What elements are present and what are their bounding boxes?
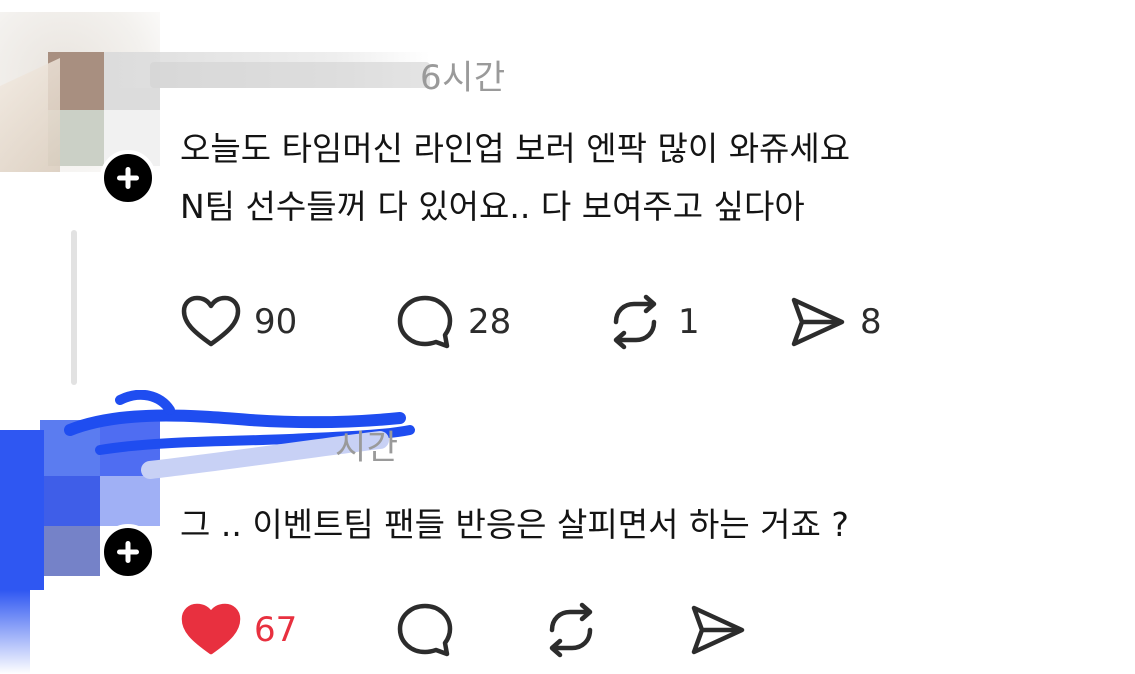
thread-post: 시간 그 .. 이벤트팀 팬들 반응은 살피면서 하는 거죠 ? 67 [0,390,1135,674]
avatar[interactable] [0,12,160,172]
share-button[interactable]: 8 [786,292,882,352]
like-button[interactable]: 90 [180,292,297,352]
plus-icon [117,167,139,189]
plus-icon [117,541,139,563]
like-count: 90 [254,302,298,342]
post-text-line: 그 .. 이벤트팀 팬들 반응은 살피면서 하는 거죠 ? [180,505,849,544]
repost-icon [613,294,657,350]
like-count: 67 [254,610,298,650]
share-icon [691,605,745,655]
heart-icon [181,603,241,655]
share-button[interactable] [686,600,748,660]
reply-button[interactable] [394,600,456,660]
scribble-redaction [64,390,415,479]
post-timestamp: 시간 [335,428,399,468]
post-body: 오늘도 타임머신 라인업 보러 엔팍 많이 와쥬세요 N팀 선수들꺼 다 있어요… [180,120,850,236]
reply-count: 28 [468,302,512,342]
post-body: 그 .. 이벤트팀 팬들 반응은 살피면서 하는 거죠 ? [180,496,849,554]
repost-icon [549,602,593,658]
repost-button[interactable]: 1 [604,292,700,352]
post-text-line: N팀 선수들꺼 다 있어요.. 다 보여주고 싶다아 [180,187,805,226]
follow-button[interactable] [100,150,156,206]
action-bar: 67 [180,600,1080,660]
reply-icon [397,603,453,657]
post-timestamp: 6시간 [420,58,506,98]
repost-button[interactable] [540,600,602,660]
action-bar: 90 28 1 8 [180,292,1080,352]
like-button[interactable]: 67 [180,600,297,660]
thread-connector-line [71,230,77,385]
follow-button[interactable] [100,524,156,580]
share-icon [791,297,845,347]
repost-count: 1 [678,302,700,342]
reply-button[interactable]: 28 [394,292,511,352]
share-count: 8 [860,302,882,342]
thread-post: 6시간 오늘도 타임머신 라인업 보러 엔팍 많이 와쥬세요 N팀 선수들꺼 다… [0,0,1135,390]
heart-icon [181,295,241,347]
reply-icon [397,295,453,349]
post-text-line: 오늘도 타임머신 라인업 보러 엔팍 많이 와쥬세요 [180,129,851,168]
username-redaction [150,62,430,88]
